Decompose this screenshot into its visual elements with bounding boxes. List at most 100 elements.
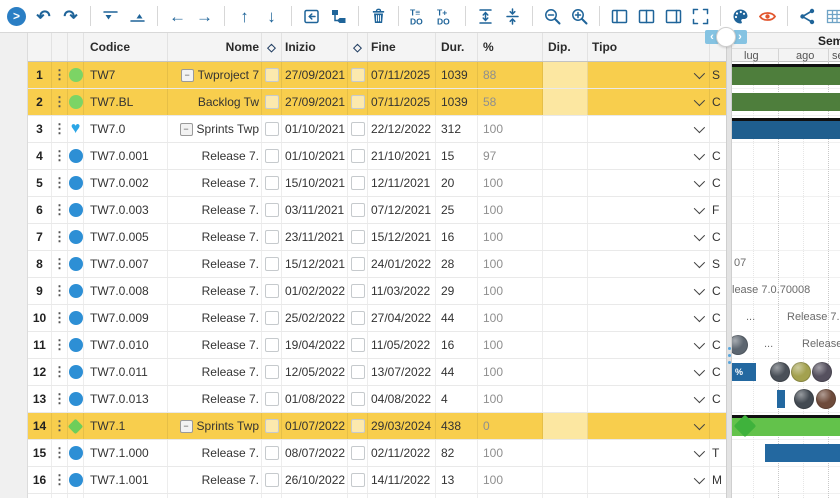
outdent-button[interactable]: ←	[165, 3, 190, 29]
task-name[interactable]: Release 7.	[168, 440, 262, 466]
task-code[interactable]: TW7.1.000	[84, 440, 168, 466]
duration[interactable]: 25	[436, 197, 478, 223]
row-menu-button[interactable]: ⋮	[52, 359, 68, 385]
header-inizio[interactable]: Inizio	[282, 33, 348, 61]
fullscreen-button[interactable]	[688, 3, 713, 29]
type-select[interactable]	[588, 386, 710, 412]
task-code[interactable]: TW7.BL	[84, 89, 168, 115]
task-name[interactable]: −Sprints Twp	[168, 413, 262, 439]
dependencies[interactable]	[543, 278, 588, 304]
visibility-button[interactable]	[755, 3, 780, 29]
duration[interactable]: 13	[436, 494, 478, 498]
type-select[interactable]	[588, 359, 710, 385]
duration[interactable]: 28	[436, 251, 478, 277]
end-date[interactable]: 11/03/2022	[368, 278, 436, 304]
task-row[interactable]: 9⋮TW7.0.008Release 7.01/02/202211/03/202…	[28, 278, 726, 305]
type-select[interactable]	[588, 278, 710, 304]
header-dur[interactable]: Dur.	[436, 33, 478, 61]
dependencies[interactable]	[543, 440, 588, 466]
dependencies[interactable]	[543, 386, 588, 412]
dependencies[interactable]	[543, 467, 588, 493]
gantt-bar[interactable]	[777, 390, 785, 408]
task-name[interactable]: Release 7.	[168, 170, 262, 196]
task-name[interactable]: −Sprints Twp	[168, 116, 262, 142]
header-end-milestone[interactable]: ◇	[348, 33, 368, 61]
start-date[interactable]: 23/11/2021	[282, 224, 348, 250]
dependencies[interactable]	[543, 305, 588, 331]
dependencies[interactable]	[543, 224, 588, 250]
progress-percent[interactable]: 100	[478, 170, 543, 196]
row-menu-button[interactable]: ⋮	[52, 116, 68, 142]
end-date[interactable]: 07/12/2021	[368, 197, 436, 223]
row-menu-button[interactable]: ⋮	[52, 89, 68, 115]
redo-button[interactable]: ↷	[58, 3, 83, 29]
end-milestone-checkbox[interactable]	[351, 95, 365, 109]
start-date[interactable]: 01/10/2021	[282, 143, 348, 169]
start-date[interactable]: 01/08/2022	[282, 386, 348, 412]
progress-percent[interactable]: 100	[478, 332, 543, 358]
task-code[interactable]: TW7.0.003	[84, 197, 168, 223]
end-milestone-checkbox[interactable]	[351, 284, 365, 298]
duration[interactable]: 82	[436, 440, 478, 466]
assignee-avatar[interactable]	[816, 389, 836, 409]
dependencies[interactable]	[543, 116, 588, 142]
assignee-avatar[interactable]	[794, 389, 814, 409]
task-code[interactable]: TW7.0	[84, 116, 168, 142]
insert-task-button[interactable]	[299, 3, 324, 29]
duration[interactable]: 16	[436, 332, 478, 358]
end-date[interactable]: 07/11/2025	[368, 89, 436, 115]
type-select[interactable]	[588, 305, 710, 331]
expand-panel-button[interactable]: >	[4, 3, 29, 29]
critical-path-button[interactable]	[795, 3, 820, 29]
end-date[interactable]: 15/12/2021	[368, 224, 436, 250]
start-milestone-checkbox[interactable]	[265, 257, 279, 271]
start-date[interactable]: 27/09/2021	[282, 62, 348, 88]
type-select[interactable]	[588, 197, 710, 223]
start-milestone-checkbox[interactable]	[265, 149, 279, 163]
gantt-bar[interactable]	[765, 444, 840, 462]
move-up-button[interactable]: ↑	[232, 3, 257, 29]
end-milestone-checkbox[interactable]	[351, 230, 365, 244]
task-name[interactable]: Release 7.	[168, 332, 262, 358]
task-row[interactable]: 3⋮♥TW7.0−Sprints Twp01/10/202122/12/2022…	[28, 116, 726, 143]
end-milestone-checkbox[interactable]	[351, 68, 365, 82]
progress-percent[interactable]: 100	[478, 386, 543, 412]
collapse-toggle[interactable]: −	[181, 69, 194, 82]
start-milestone-checkbox[interactable]	[265, 230, 279, 244]
header-pct[interactable]: %	[478, 33, 543, 61]
row-menu-button[interactable]: ⋮	[52, 305, 68, 331]
start-date[interactable]: 12/05/2022	[282, 359, 348, 385]
expand-all-button[interactable]	[473, 3, 498, 29]
start-date[interactable]: 01/02/2022	[282, 278, 348, 304]
start-date[interactable]: 25/02/2022	[282, 305, 348, 331]
start-date[interactable]: 15/10/2021	[282, 170, 348, 196]
row-menu-button[interactable]: ⋮	[52, 467, 68, 493]
duration[interactable]: 29	[436, 278, 478, 304]
task-row[interactable]: 16⋮TW7.1.001Release 7.26/10/202214/11/20…	[28, 467, 726, 494]
task-row[interactable]: 7⋮TW7.0.005Release 7.23/11/202115/12/202…	[28, 224, 726, 251]
add-child-task-button[interactable]	[326, 3, 351, 29]
task-row[interactable]: 13⋮TW7.0.013Release 7.01/08/202204/08/20…	[28, 386, 726, 413]
task-name[interactable]: Release 7.	[168, 386, 262, 412]
gantt-bar[interactable]	[732, 93, 840, 111]
style-palette-button[interactable]	[728, 3, 753, 29]
duration[interactable]: 312	[436, 116, 478, 142]
duration[interactable]: 1039	[436, 89, 478, 115]
end-date[interactable]: 21/10/2021	[368, 143, 436, 169]
delete-task-button[interactable]	[366, 3, 391, 29]
row-menu-button[interactable]: ⋮	[52, 332, 68, 358]
assignee-avatar[interactable]	[812, 362, 832, 382]
end-date[interactable]: 22/12/2022	[368, 116, 436, 142]
set-end-button[interactable]	[125, 3, 150, 29]
task-code[interactable]: TW7.0.007	[84, 251, 168, 277]
collapse-toggle[interactable]: −	[180, 420, 193, 433]
start-milestone-checkbox[interactable]	[265, 95, 279, 109]
end-milestone-checkbox[interactable]	[351, 257, 365, 271]
end-milestone-checkbox[interactable]	[351, 392, 365, 406]
dependencies[interactable]	[543, 251, 588, 277]
task-code[interactable]: TW7.1.002	[84, 494, 168, 498]
end-date[interactable]: 13/07/2022	[368, 359, 436, 385]
dependencies[interactable]	[543, 359, 588, 385]
grid-columns-button[interactable]	[822, 3, 840, 29]
start-milestone-checkbox[interactable]	[265, 176, 279, 190]
